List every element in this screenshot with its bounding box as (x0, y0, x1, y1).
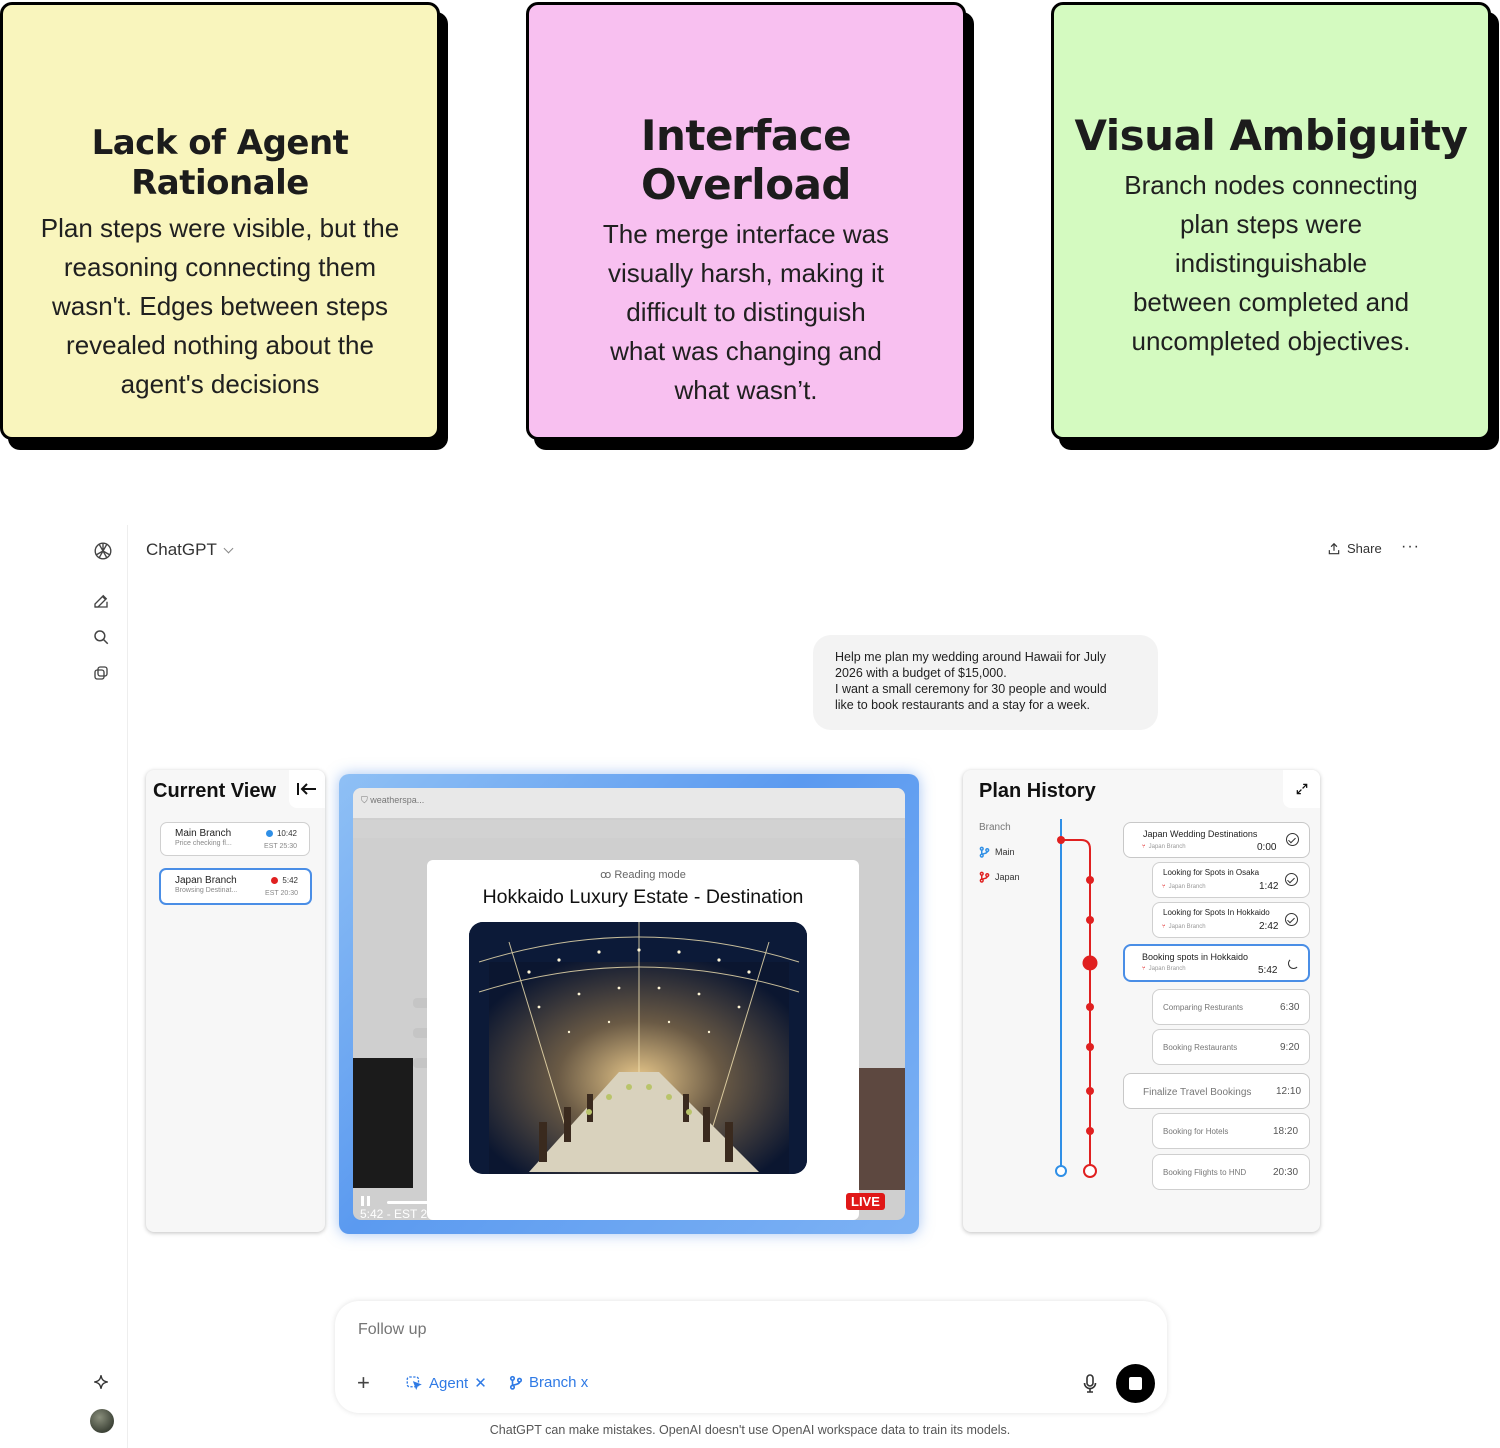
branch-icon (509, 1375, 523, 1390)
plan-step[interactable]: Looking for Spots in Osaka ⑂ Japan Branch… (1152, 862, 1310, 898)
share-button[interactable]: Share (1327, 541, 1382, 556)
reading-mode-card: ꝏ Reading mode Hokkaido Luxury Estate - … (427, 860, 859, 1220)
current-view-panel: Current View Main Branch Price checking … (146, 770, 325, 1232)
current-view-title: Current View (153, 780, 276, 802)
stop-icon (1129, 1377, 1142, 1390)
plan-step[interactable]: Booking Restaurants 9:20 (1152, 1029, 1310, 1065)
status-dot (271, 877, 279, 884)
check-circle-icon (1285, 913, 1298, 926)
collapse-panel-button[interactable] (289, 770, 325, 808)
legend-item-main[interactable]: Main (979, 846, 1015, 858)
branch-icon (979, 871, 990, 883)
plan-history-panel: Plan History Branch Main Japan Japan Wed… (963, 770, 1320, 1232)
new-chat-icon[interactable] (92, 592, 112, 612)
branch-time: 10:42 (276, 829, 297, 838)
card-text: The merge interface was visually harsh, m… (602, 219, 890, 405)
share-label: Share (1347, 541, 1382, 556)
library-icon[interactable] (92, 664, 112, 684)
branch-chip[interactable]: Branch x (509, 1374, 588, 1391)
live-badge: LIVE (846, 1193, 885, 1210)
microphone-button[interactable] (1083, 1374, 1097, 1399)
page-title: Hokkaido Luxury Estate - Destination (482, 886, 804, 908)
branch-icon (979, 846, 990, 858)
loading-spinner-icon (1288, 958, 1299, 969)
legend-item-japan[interactable]: Japan (979, 871, 1020, 883)
card-text: Branch nodes connecting plan steps were in… (1124, 170, 1418, 356)
sparkle-icon[interactable] (92, 1373, 112, 1393)
branch-card-main[interactable]: Main Branch Price checking fl... 10:42 E… (160, 822, 310, 856)
app-title: ChatGPT (146, 540, 217, 559)
card-agent-rationale: Lack of Agent Rationale Plan steps were … (0, 2, 448, 450)
card-body: Lack of Agent Rationale Plan steps were … (0, 2, 440, 440)
chevron-down-icon (223, 543, 234, 554)
card-title: Lack of Agent Rationale (91, 123, 349, 203)
branch-icon: ⑂ (1162, 884, 1166, 890)
microphone-icon (1083, 1374, 1097, 1393)
branch-card-japan[interactable]: Japan Branch Browsing Destinat... 5:42 E… (159, 868, 312, 905)
plan-step[interactable]: Comparing Resturants 6:30 (1152, 989, 1310, 1025)
model-selector[interactable]: ChatGPT (146, 540, 234, 560)
branch-graph (1055, 819, 1098, 1178)
video-time: 5:42 - EST 25:30 (360, 1207, 451, 1220)
plan-step-active[interactable]: Booking spots in Hokkaido ⑂ Japan Branch … (1123, 944, 1310, 982)
follow-up-input[interactable] (358, 1321, 958, 1339)
search-icon[interactable] (92, 628, 112, 648)
card-interface-overload: Interface Overload The merge interface w… (526, 2, 974, 450)
stop-button[interactable] (1116, 1364, 1155, 1403)
card-body: Interface Overload The merge interface w… (526, 2, 966, 440)
progress-played (387, 1201, 499, 1204)
check-circle-icon (1286, 833, 1299, 846)
url-text: weatherspa... (370, 795, 425, 805)
card-text: Plan steps were visible, but the reasonin… (40, 213, 400, 399)
plan-step[interactable]: Looking for Spots In Hokkaido ⑂ Japan Bra… (1152, 902, 1310, 938)
agent-chip[interactable]: Agent ✕ (405, 1374, 487, 1392)
plan-step[interactable]: Finalize Travel Bookings 12:10 (1123, 1073, 1310, 1109)
shield-icon: ⛉ (361, 795, 368, 805)
plan-step[interactable]: Booking Flights to HND 20:30 (1152, 1154, 1310, 1190)
glasses-icon: ꝏ (600, 869, 612, 881)
sidebar-rail (80, 525, 128, 1448)
collapse-left-icon (297, 783, 316, 795)
browser-bar: ⛉ weatherspa... (353, 788, 905, 818)
plan-step[interactable]: Booking for Hotels 18:20 (1152, 1113, 1310, 1149)
legend-title: Branch (979, 822, 1011, 833)
remove-agent-icon[interactable]: ✕ (474, 1374, 487, 1392)
branch-est: EST 20:30 (265, 890, 298, 897)
pause-button[interactable] (361, 1196, 371, 1206)
branch-icon: ⑂ (1142, 966, 1146, 972)
current-step-label: Viewing Booking Spots in Japan (484, 1209, 630, 1220)
video-controls: LIVE 5:42 - EST 25:30 Viewing Booking Sp… (353, 1190, 905, 1220)
disclaimer: ChatGPT can make mistakes. OpenAI doesn'… (489, 1423, 1011, 1437)
plan-history-title: Plan History (979, 780, 1096, 802)
branch-icon: ⑂ (1162, 924, 1166, 930)
branch-est: EST 25:30 (264, 843, 297, 850)
user-message: Help me plan my wedding around Hawaii fo… (813, 635, 1158, 730)
share-icon (1328, 542, 1340, 554)
branch-time: 5:42 (282, 876, 298, 885)
agent-live-view[interactable]: ⛉ weatherspa... ꝏ Reading mode Hokkaido … (339, 774, 919, 1234)
add-attachment-button[interactable]: + (357, 1372, 370, 1394)
scrubber-handle[interactable] (516, 1197, 526, 1207)
agent-cursor-icon (406, 1376, 422, 1391)
status-dot (265, 830, 273, 837)
card-visual-ambiguity: Visual Ambiguity Branch nodes connecting… (1051, 2, 1499, 450)
expand-icon (1296, 783, 1307, 795)
plan-step[interactable]: Japan Wedding Destinations ⑂ Japan Branch… (1123, 822, 1310, 858)
more-options-button[interactable]: ··· (1401, 538, 1420, 556)
openai-logo-icon[interactable] (92, 540, 112, 560)
card-body: Visual Ambiguity Branch nodes connecting… (1051, 2, 1491, 440)
expand-button[interactable] (1283, 770, 1320, 808)
reading-mode-label: Reading mode (614, 869, 686, 881)
composer: + Agent ✕ Branch x (335, 1301, 1167, 1413)
branch-icon: ⑂ (1142, 844, 1146, 850)
check-circle-icon (1285, 873, 1298, 886)
card-title: Visual Ambiguity (1074, 111, 1468, 160)
card-title: Interface Overload (640, 111, 852, 209)
venue-photo (469, 922, 807, 1174)
